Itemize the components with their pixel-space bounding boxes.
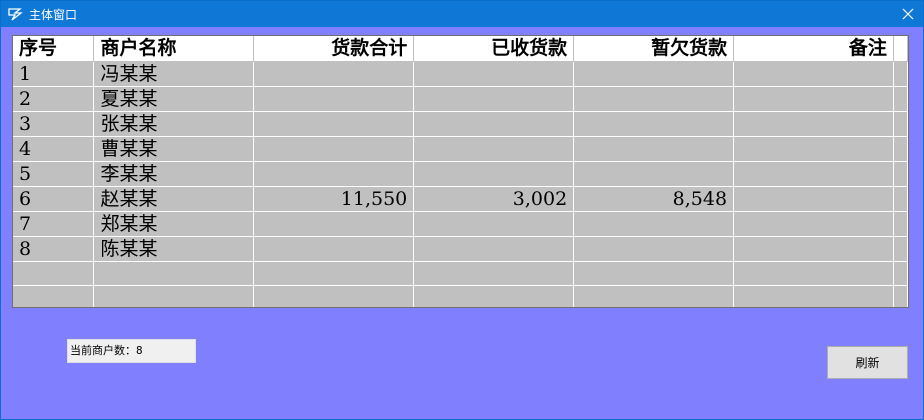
table-row[interactable]: 1 冯某某: [13, 61, 908, 87]
cell-filler: [893, 86, 908, 112]
cell-filler: [893, 285, 908, 307]
cell-name[interactable]: 张某某: [93, 111, 255, 137]
cell-no[interactable]: 6: [13, 186, 95, 212]
column-header-received[interactable]: 已收货款: [413, 36, 575, 62]
cell-no[interactable]: 2: [13, 86, 95, 112]
cell-note[interactable]: [733, 136, 894, 162]
cell-name[interactable]: [93, 261, 255, 286]
cell-owed[interactable]: [573, 111, 735, 137]
cell-name[interactable]: 曹某某: [93, 136, 255, 162]
cell-owed[interactable]: [573, 61, 735, 87]
cell-received[interactable]: [413, 161, 575, 187]
cell-note[interactable]: [733, 186, 894, 212]
cell-filler: [893, 161, 908, 187]
close-button[interactable]: [893, 1, 923, 27]
table-row[interactable]: 6 赵某某 11,550 3,002 8,548: [13, 186, 908, 212]
cell-filler: [893, 236, 908, 262]
cell-filler: [893, 61, 908, 87]
app-logo-icon: [7, 6, 23, 22]
cell-total[interactable]: [253, 136, 415, 162]
cell-received[interactable]: [413, 61, 575, 87]
cell-no[interactable]: 7: [13, 211, 95, 237]
table-header-row: 序号 商户名称 货款合计 已收货款 暂欠货款 备注: [13, 36, 908, 62]
cell-note[interactable]: [733, 285, 894, 307]
table-row[interactable]: 8 陈某某: [13, 236, 908, 262]
cell-no[interactable]: [13, 285, 95, 307]
cell-filler: [893, 186, 908, 212]
cell-note[interactable]: [733, 86, 894, 112]
cell-received[interactable]: [413, 136, 575, 162]
table-row[interactable]: 7 郑某某: [13, 211, 908, 237]
cell-filler: [893, 136, 908, 162]
cell-no[interactable]: 4: [13, 136, 95, 162]
column-header-note[interactable]: 备注: [733, 36, 894, 62]
cell-owed[interactable]: [573, 261, 735, 286]
cell-received[interactable]: [413, 285, 575, 307]
cell-filler: [893, 211, 908, 237]
cell-no[interactable]: 1: [13, 61, 95, 87]
cell-owed[interactable]: [573, 236, 735, 262]
cell-total[interactable]: [253, 285, 415, 307]
cell-note[interactable]: [733, 61, 894, 87]
cell-owed[interactable]: [573, 285, 735, 307]
cell-received[interactable]: 3,002: [413, 186, 575, 212]
refresh-button[interactable]: 刷新: [827, 346, 908, 379]
cell-note[interactable]: [733, 261, 894, 286]
cell-received[interactable]: [413, 261, 575, 286]
cell-owed[interactable]: [573, 161, 735, 187]
cell-total[interactable]: [253, 211, 415, 237]
cell-received[interactable]: [413, 111, 575, 137]
merchant-table: 序号 商户名称 货款合计 已收货款 暂欠货款 备注 1 冯某某 2 夏某某 3 张某某 4 曹某某 5 李某…: [13, 36, 908, 307]
cell-no[interactable]: 8: [13, 236, 95, 262]
window-title: 主体窗口: [29, 7, 78, 22]
cell-owed[interactable]: [573, 211, 735, 237]
cell-owed[interactable]: [573, 86, 735, 112]
cell-owed[interactable]: 8,548: [573, 186, 735, 212]
cell-note[interactable]: [733, 161, 894, 187]
cell-received[interactable]: [413, 211, 575, 237]
cell-name[interactable]: 李某某: [93, 161, 255, 187]
column-header-total[interactable]: 货款合计: [253, 36, 415, 62]
cell-owed[interactable]: [573, 136, 735, 162]
cell-total[interactable]: [253, 236, 415, 262]
column-header-filler: [893, 36, 908, 62]
close-icon: [902, 8, 914, 20]
cell-total[interactable]: [253, 261, 415, 286]
merchant-count-label: 当前商户数：8: [67, 339, 196, 363]
table-row[interactable]: [13, 285, 908, 307]
cell-received[interactable]: [413, 236, 575, 262]
column-header-no[interactable]: 序号: [13, 36, 95, 62]
cell-received[interactable]: [413, 86, 575, 112]
cell-name[interactable]: 夏某某: [93, 86, 255, 112]
table-row[interactable]: [13, 261, 908, 286]
cell-no[interactable]: 5: [13, 161, 95, 187]
cell-total[interactable]: 11,550: [253, 186, 415, 212]
cell-name[interactable]: 冯某某: [93, 61, 255, 87]
main-window: 主体窗口 序号 商户名称 货款合计 已收货款 暂欠货款 备注 1 冯某某 2 夏某某 3 张某某 4 曹…: [0, 0, 924, 420]
cell-total[interactable]: [253, 111, 415, 137]
cell-note[interactable]: [733, 236, 894, 262]
cell-name[interactable]: 陈某某: [93, 236, 255, 262]
table-row[interactable]: 5 李某某: [13, 161, 908, 187]
cell-total[interactable]: [253, 61, 415, 87]
title-bar[interactable]: 主体窗口: [1, 1, 923, 27]
cell-total[interactable]: [253, 86, 415, 112]
table-row[interactable]: 3 张某某: [13, 111, 908, 137]
cell-name[interactable]: [93, 285, 255, 307]
cell-name[interactable]: 赵某某: [93, 186, 255, 212]
cell-note[interactable]: [733, 111, 894, 137]
cell-note[interactable]: [733, 211, 894, 237]
column-header-name[interactable]: 商户名称: [93, 36, 255, 62]
table-row[interactable]: 4 曹某某: [13, 136, 908, 162]
cell-filler: [893, 261, 908, 286]
merchant-grid[interactable]: 序号 商户名称 货款合计 已收货款 暂欠货款 备注 1 冯某某 2 夏某某 3 张某某 4 曹某某 5 李某…: [12, 35, 909, 308]
cell-filler: [893, 111, 908, 137]
cell-name[interactable]: 郑某某: [93, 211, 255, 237]
cell-no[interactable]: [13, 261, 95, 286]
cell-no[interactable]: 3: [13, 111, 95, 137]
cell-total[interactable]: [253, 161, 415, 187]
column-header-owed[interactable]: 暂欠货款: [573, 36, 735, 62]
table-row[interactable]: 2 夏某某: [13, 86, 908, 112]
